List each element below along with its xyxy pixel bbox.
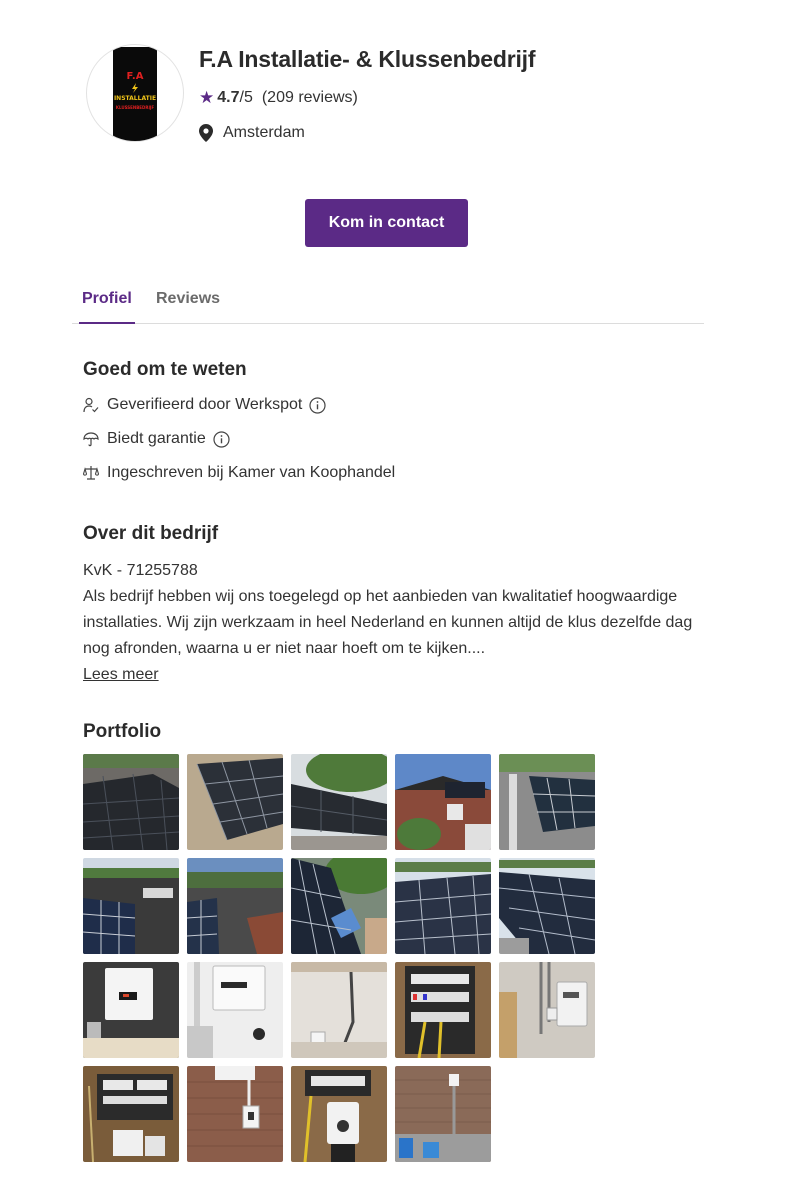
portfolio-photo[interactable]	[499, 858, 595, 954]
portfolio-photo[interactable]	[83, 754, 179, 850]
feature-label: Ingeschreven bij Kamer van Koophandel	[107, 464, 396, 481]
rating-value: 4.7	[217, 89, 240, 106]
contact-button[interactable]: Kom in contact	[305, 199, 468, 247]
company-header: F.A INSTALLATIE KLUSSENBEDRIJF F.A Insta…	[86, 44, 706, 144]
review-count: (209 reviews)	[261, 89, 358, 106]
about-description: Als bedrijf hebben wij ons toegelegd op …	[83, 588, 693, 657]
portfolio-photo[interactable]	[83, 1066, 179, 1162]
verified-user-icon	[83, 397, 99, 413]
portfolio-photo[interactable]	[395, 1066, 491, 1162]
info-icon[interactable]	[309, 396, 326, 414]
kvk-number: KvK - 71255788	[83, 562, 198, 579]
read-more-link[interactable]: Lees meer	[83, 666, 159, 683]
about-title: Over dit bedrijf	[83, 523, 219, 544]
logo-line1: F.A	[126, 71, 144, 82]
logo-line3: KLUSSENBEDRIJF	[115, 105, 155, 110]
feature-verified: Geverifieerd door Werkspot	[83, 396, 326, 414]
scales-icon	[83, 466, 99, 480]
location-text: Amsterdam	[223, 124, 305, 141]
location: Amsterdam	[199, 124, 305, 142]
portfolio-photo[interactable]	[187, 962, 283, 1058]
portfolio-photo[interactable]	[395, 754, 491, 850]
lightning-icon	[132, 83, 138, 93]
star-icon: ★	[199, 88, 215, 107]
umbrella-icon	[83, 432, 99, 447]
company-name: F.A Installatie- & Klussenbedrijf	[199, 46, 536, 72]
portfolio-photo[interactable]	[187, 754, 283, 850]
company-logo: F.A INSTALLATIE KLUSSENBEDRIJF	[86, 44, 184, 142]
good-to-know-title: Goed om te weten	[83, 359, 247, 380]
portfolio-photo[interactable]	[499, 754, 595, 850]
portfolio-photo[interactable]	[83, 962, 179, 1058]
portfolio-photo[interactable]	[187, 858, 283, 954]
portfolio-photo[interactable]	[395, 962, 491, 1058]
rating: ★ 4.7 /5 (209 reviews)	[199, 88, 358, 108]
portfolio-photo[interactable]	[291, 962, 387, 1058]
portfolio-photo[interactable]	[83, 858, 179, 954]
logo-line2: INSTALLATIE	[113, 95, 157, 102]
location-pin-icon	[199, 124, 213, 142]
profile-tabs: Profiel Reviews	[72, 284, 704, 324]
feature-label: Geverifieerd door Werkspot	[107, 396, 303, 413]
portfolio-photo[interactable]	[395, 858, 491, 954]
tab-reviews[interactable]: Reviews	[156, 290, 220, 324]
portfolio-title: Portfolio	[83, 721, 162, 742]
portfolio-photo[interactable]	[291, 1066, 387, 1162]
rating-suffix: /5	[239, 89, 253, 106]
tab-profiel[interactable]: Profiel	[79, 290, 135, 324]
feature-guarantee: Biedt garantie	[83, 430, 230, 448]
portfolio-photo[interactable]	[499, 962, 595, 1058]
portfolio-photo[interactable]	[291, 858, 387, 954]
portfolio-photo[interactable]	[187, 1066, 283, 1162]
portfolio-grid	[83, 754, 595, 1162]
feature-label: Biedt garantie	[107, 430, 206, 447]
info-icon[interactable]	[213, 430, 230, 448]
feature-kvk: Ingeschreven bij Kamer van Koophandel	[83, 464, 395, 482]
about-section: KvK - 71255788 Als bedrijf hebben wij on…	[83, 558, 698, 688]
portfolio-photo[interactable]	[291, 754, 387, 850]
